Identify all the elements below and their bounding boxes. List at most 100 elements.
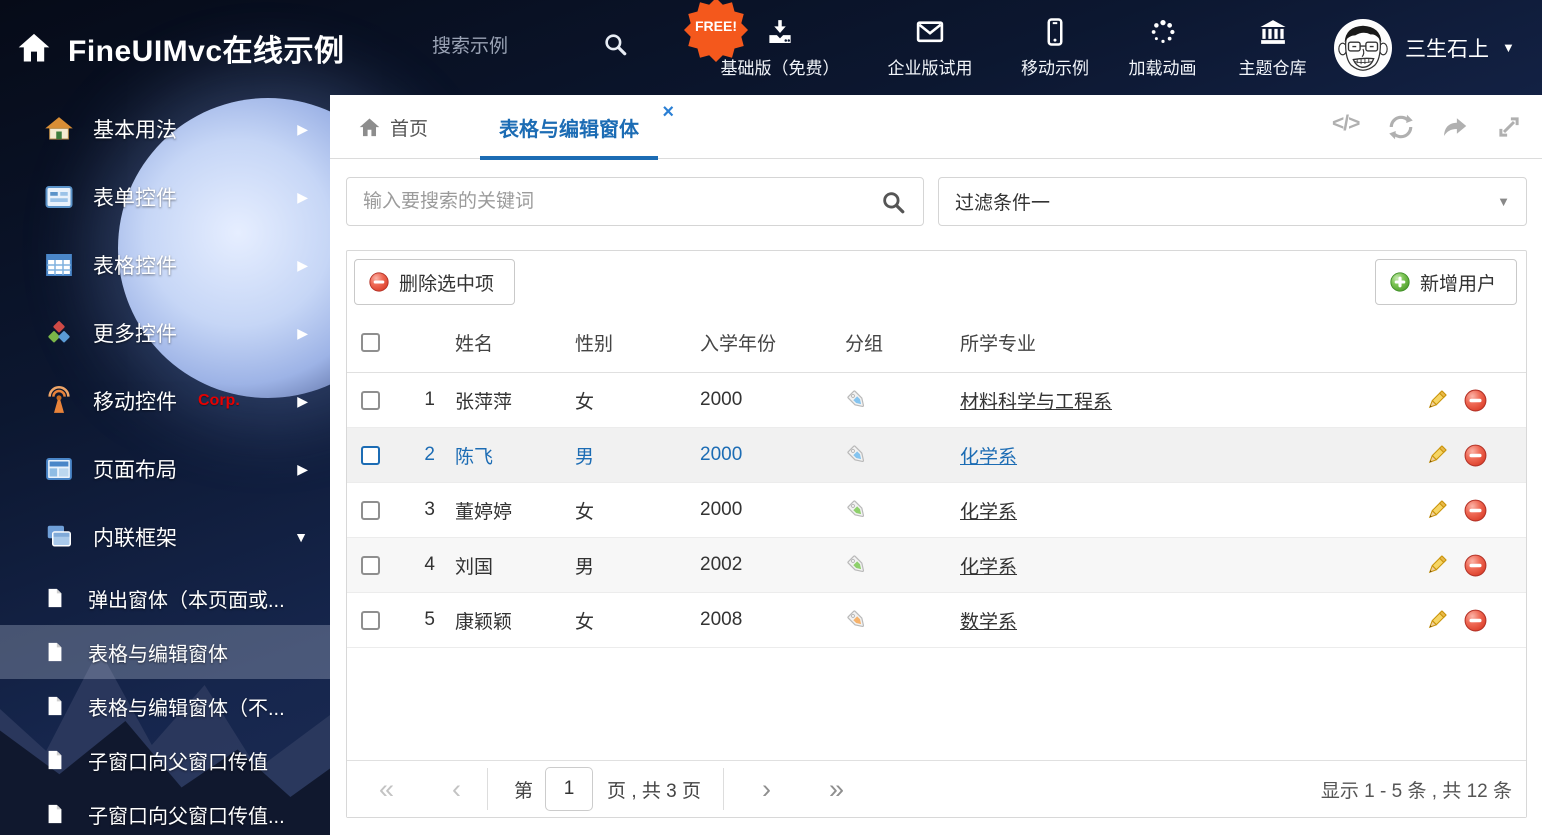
sidebar-item-page-layout[interactable]: 页面布局 ▶ [0,435,330,503]
divider [723,768,725,810]
tab-home[interactable]: 首页 [358,95,428,159]
sidebar-subitem-popup-window[interactable]: 弹出窗体（本页面或... [0,571,330,625]
last-page-button[interactable]: » [829,775,844,803]
edit-pencil-icon[interactable] [1424,443,1449,468]
header-search-input[interactable] [432,30,592,64]
cubes-icon [48,321,70,343]
expand-icon[interactable] [1494,112,1524,142]
main-content: 首页 表格与编辑窗体 × </> 过滤条件一 ▼ 删除选中项 [330,95,1542,835]
chevron-right-icon: ▶ [297,392,308,409]
nav-item-theme-repo[interactable]: 主题仓库 [1215,0,1330,95]
delete-row-icon[interactable] [1463,553,1488,578]
sidebar-subitem-grid-edit-window-alt[interactable]: 表格与编辑窗体（不... [0,679,330,733]
row-checkbox[interactable] [361,610,380,630]
sidebar-item-form-controls[interactable]: 表单控件 ▶ [0,163,330,231]
nav-label: 企业版试用 [887,58,973,78]
chevron-right-icon: ▶ [297,120,308,137]
keyword-search-input[interactable] [346,177,924,226]
share-arrow-icon[interactable] [1440,112,1470,142]
row-checkbox[interactable] [361,445,380,465]
table-row[interactable]: 4 刘国 男 2002 化学系 [347,538,1526,593]
house-icon [45,117,73,140]
table-row[interactable]: 5 康颖颖 女 2008 数学系 [347,593,1526,648]
sidebar-item-basic-usage[interactable]: 基本用法 ▶ [0,95,330,163]
sidebar-item-grid-controls[interactable]: 表格控件 ▶ [0,231,330,299]
edit-pencil-icon[interactable] [1424,498,1449,523]
column-header-group[interactable]: 分组 [845,329,960,356]
edit-pencil-icon[interactable] [1424,388,1449,413]
app-title: FineUIMvc在线示例 [68,34,345,68]
page-number-input[interactable] [545,767,594,811]
tag-icon [847,500,865,518]
nav-item-basic-edition[interactable]: 基础版（免费） [700,0,860,95]
chevron-right-icon: ▶ [297,324,308,341]
sidebar-subitem-child-to-parent[interactable]: 子窗口向父窗口传值 [0,733,330,787]
sidebar-subitem-grid-edit-window[interactable]: 表格与编辑窗体 [0,625,330,679]
nav-item-mobile-demo[interactable]: 移动示例 [1000,0,1110,95]
column-header-year[interactable]: 入学年份 [700,329,845,356]
view-source-icon[interactable]: </> [1332,112,1362,142]
tag-icon [847,390,865,408]
column-header-major[interactable]: 所学专业 [960,329,1414,356]
prev-page-button[interactable]: ‹ [452,775,461,803]
page-icon [48,588,62,608]
chevron-right-icon: ▶ [297,460,308,477]
sidebar-item-more-controls[interactable]: 更多控件 ▶ [0,299,330,367]
corp-badge: Corp. [198,392,240,409]
major-link[interactable]: 化学系 [960,447,1017,468]
page-suffix-label: 页 , 共 3 页 [607,780,702,802]
tab-grid-edit-window[interactable]: 表格与编辑窗体 × [480,95,674,160]
table-row[interactable]: 1 张萍萍 女 2000 材料科学与工程系 [347,373,1526,428]
table-row-selected[interactable]: 2 陈飞 男 2000 化学系 [347,428,1526,483]
delete-row-icon[interactable] [1463,498,1488,523]
major-link[interactable]: 化学系 [960,557,1017,578]
nav-item-enterprise-trial[interactable]: 企业版试用 [860,0,1000,95]
delete-row-icon[interactable] [1463,388,1488,413]
nav-item-loading-animation[interactable]: 加载动画 [1110,0,1215,95]
plus-circle-icon [1390,272,1410,292]
grid-toolbar: 删除选中项 新增用户 [347,251,1526,313]
filter-dropdown[interactable]: 过滤条件一 ▼ [938,177,1527,226]
major-link[interactable]: 材料科学与工程系 [960,392,1112,413]
mobile-icon [1047,17,1063,46]
select-all-checkbox[interactable] [361,333,380,352]
page-prefix-label: 第 [514,780,534,802]
page-icon [48,804,62,824]
row-checkbox[interactable] [361,500,380,520]
frames-icon [47,525,71,547]
delete-selected-button[interactable]: 删除选中项 [354,259,516,305]
close-icon[interactable]: × [662,102,674,122]
caret-down-icon: ▼ [1497,194,1510,209]
user-menu[interactable]: 三生石上 ▼ [1334,0,1515,95]
column-header-gender[interactable]: 性别 [575,329,700,356]
record-summary: 显示 1 - 5 条 , 共 12 条 [1320,780,1512,802]
row-checkbox[interactable] [361,390,380,410]
add-user-button[interactable]: 新增用户 [1374,259,1517,305]
major-link[interactable]: 数学系 [960,612,1017,633]
refresh-icon[interactable] [1386,112,1416,142]
column-header-name[interactable]: 姓名 [455,329,575,356]
delete-row-icon[interactable] [1463,608,1488,633]
edit-pencil-icon[interactable] [1424,553,1449,578]
sidebar-item-mobile-controls[interactable]: 移动控件 Corp. ▶ [0,367,330,435]
next-page-button[interactable]: › [762,775,771,803]
download-icon [769,19,791,43]
search-icon[interactable] [602,31,628,57]
search-icon[interactable] [880,189,906,215]
app-logo[interactable]: FineUIMvc在线示例 [16,0,345,95]
nav-label: 移动示例 [1021,58,1089,78]
chevron-right-icon: ▶ [297,256,308,273]
first-page-button[interactable]: « [379,775,394,803]
major-link[interactable]: 化学系 [960,502,1017,523]
sidebar-subitem-child-to-parent-alt[interactable]: 子窗口向父窗口传值... [0,787,330,835]
user-name: 三生石上 [1405,37,1489,61]
edit-pencil-icon[interactable] [1424,608,1449,633]
home-icon [18,33,50,61]
sidebar-item-inline-frame[interactable]: 内联框架 ▼ [0,503,330,571]
row-checkbox[interactable] [361,555,380,575]
tag-icon [847,610,865,628]
delete-row-icon[interactable] [1463,443,1488,468]
caret-down-icon: ▼ [294,529,308,545]
table-row[interactable]: 3 董婷婷 女 2000 化学系 [347,483,1526,538]
app-header: FineUIMvc在线示例 FREE! 基础版（免费） 企业版试用 移动示例 [0,0,1542,95]
